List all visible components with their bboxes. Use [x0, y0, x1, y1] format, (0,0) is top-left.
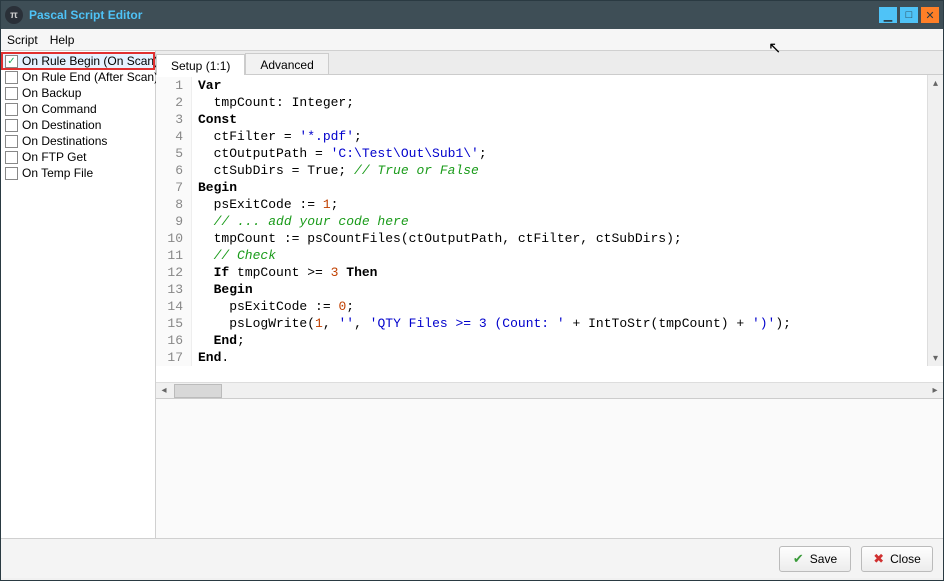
window-title: Pascal Script Editor [29, 8, 876, 22]
line-number: 7 [156, 179, 192, 196]
line-number: 1 [156, 77, 192, 94]
sidebar-item-label: On Rule End (After Scan) [22, 70, 158, 84]
line-number: 15 [156, 315, 192, 332]
scrollbar-thumb[interactable] [174, 384, 222, 398]
menubar: Script Help [1, 29, 943, 51]
save-button-label: Save [810, 552, 837, 566]
sidebar-item-label: On Destinations [22, 134, 107, 148]
line-number: 2 [156, 94, 192, 111]
x-icon: ✖ [873, 551, 884, 567]
output-panel [156, 398, 943, 538]
close-button-label: Close [890, 552, 921, 566]
sidebar-item-on-destination[interactable]: On Destination [2, 117, 154, 133]
checkbox-icon[interactable] [5, 103, 18, 116]
save-button[interactable]: ✔ Save [779, 546, 851, 572]
bottom-toolbar: ✔ Save ✖ Close [1, 538, 943, 578]
scroll-left-icon[interactable]: ◂ [156, 383, 172, 399]
tab-bar: Setup (1:1) Advanced [156, 51, 943, 75]
line-number: 10 [156, 230, 192, 247]
checkbox-icon[interactable] [5, 151, 18, 164]
checkbox-icon[interactable] [5, 87, 18, 100]
scroll-right-icon[interactable]: ▸ [927, 383, 943, 399]
line-number: 12 [156, 264, 192, 281]
scroll-down-icon[interactable]: ▾ [928, 350, 943, 366]
sidebar-item-label: On Backup [22, 86, 81, 100]
line-number: 6 [156, 162, 192, 179]
event-list: ✓ On Rule Begin (On Scan) On Rule End (A… [1, 51, 156, 538]
vertical-scrollbar[interactable]: ▴ ▾ [927, 75, 943, 366]
scroll-up-icon[interactable]: ▴ [928, 75, 943, 91]
line-number: 14 [156, 298, 192, 315]
line-number: 5 [156, 145, 192, 162]
close-window-button[interactable]: ✕ [921, 7, 939, 23]
maximize-button[interactable]: □ [900, 7, 918, 23]
code-editor[interactable]: 1Var 2 tmpCount: Integer; 3Const 4 ctFil… [156, 75, 943, 382]
check-icon: ✔ [793, 551, 804, 567]
line-number: 16 [156, 332, 192, 349]
minimize-button[interactable]: ▁ [879, 7, 897, 23]
sidebar-item-on-rule-begin[interactable]: ✓ On Rule Begin (On Scan) [2, 53, 154, 69]
sidebar-item-on-destinations[interactable]: On Destinations [2, 133, 154, 149]
sidebar-item-label: On Command [22, 102, 97, 116]
sidebar-item-label: On FTP Get [22, 150, 86, 164]
sidebar-item-label: On Destination [22, 118, 101, 132]
checkbox-icon[interactable] [5, 135, 18, 148]
checkbox-icon[interactable] [5, 71, 18, 84]
sidebar-item-on-backup[interactable]: On Backup [2, 85, 154, 101]
sidebar-item-on-ftp-get[interactable]: On FTP Get [2, 149, 154, 165]
tab-advanced[interactable]: Advanced [245, 53, 328, 74]
sidebar-item-on-command[interactable]: On Command [2, 101, 154, 117]
sidebar-item-on-temp-file[interactable]: On Temp File [2, 165, 154, 181]
menu-script[interactable]: Script [7, 33, 38, 47]
line-number: 9 [156, 213, 192, 230]
line-number: 13 [156, 281, 192, 298]
close-button[interactable]: ✖ Close [861, 546, 933, 572]
menu-help[interactable]: Help [50, 33, 75, 47]
app-icon: π [5, 6, 23, 24]
checkbox-icon[interactable] [5, 119, 18, 132]
checkbox-icon[interactable]: ✓ [5, 55, 18, 68]
line-number: 3 [156, 111, 192, 128]
sidebar-item-on-rule-end[interactable]: On Rule End (After Scan) [2, 69, 154, 85]
tab-setup[interactable]: Setup (1:1) [156, 54, 245, 75]
line-number: 11 [156, 247, 192, 264]
sidebar-item-label: On Temp File [22, 166, 93, 180]
line-number: 4 [156, 128, 192, 145]
line-number: 8 [156, 196, 192, 213]
titlebar: π Pascal Script Editor ▁ □ ✕ [1, 1, 943, 29]
line-number: 17 [156, 349, 192, 366]
sidebar-item-label: On Rule Begin (On Scan) [22, 54, 158, 68]
checkbox-icon[interactable] [5, 167, 18, 180]
horizontal-scrollbar[interactable]: ◂ ▸ [156, 382, 943, 398]
